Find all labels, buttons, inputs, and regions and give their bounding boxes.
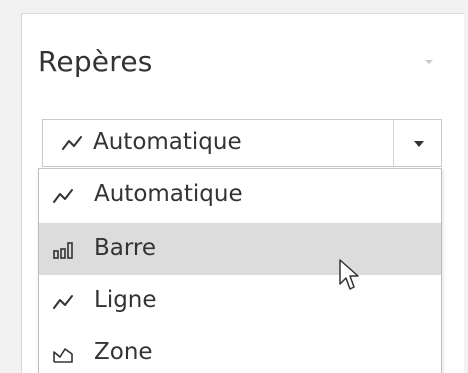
option-label: Automatique bbox=[94, 181, 243, 207]
option-barre[interactable]: Barre bbox=[39, 223, 441, 275]
mark-type-select[interactable]: Automatique bbox=[42, 119, 442, 167]
option-ligne[interactable]: Ligne bbox=[39, 275, 441, 327]
stage: Repères Automatique Automatique Barre Li… bbox=[0, 0, 468, 373]
option-label: Ligne bbox=[94, 287, 157, 313]
option-label: Zone bbox=[94, 339, 153, 365]
option-zone[interactable]: Zone bbox=[39, 327, 441, 373]
line-chart-icon bbox=[53, 295, 73, 309]
line-auto-icon bbox=[53, 189, 73, 203]
panel-title: Repères bbox=[38, 45, 153, 78]
panel-menu-caret-icon[interactable] bbox=[425, 60, 433, 64]
bar-chart-icon bbox=[53, 242, 73, 259]
line-auto-icon bbox=[62, 136, 82, 150]
area-chart-icon bbox=[53, 348, 73, 363]
chevron-down-icon[interactable] bbox=[414, 141, 424, 147]
mouse-pointer-icon bbox=[339, 259, 359, 290]
select-divider bbox=[393, 120, 394, 166]
mark-type-select-value: Automatique bbox=[93, 129, 242, 155]
option-label: Barre bbox=[94, 235, 157, 261]
option-automatique[interactable]: Automatique bbox=[39, 169, 441, 221]
mark-type-dropdown: Automatique Barre Ligne Zone bbox=[38, 168, 442, 373]
